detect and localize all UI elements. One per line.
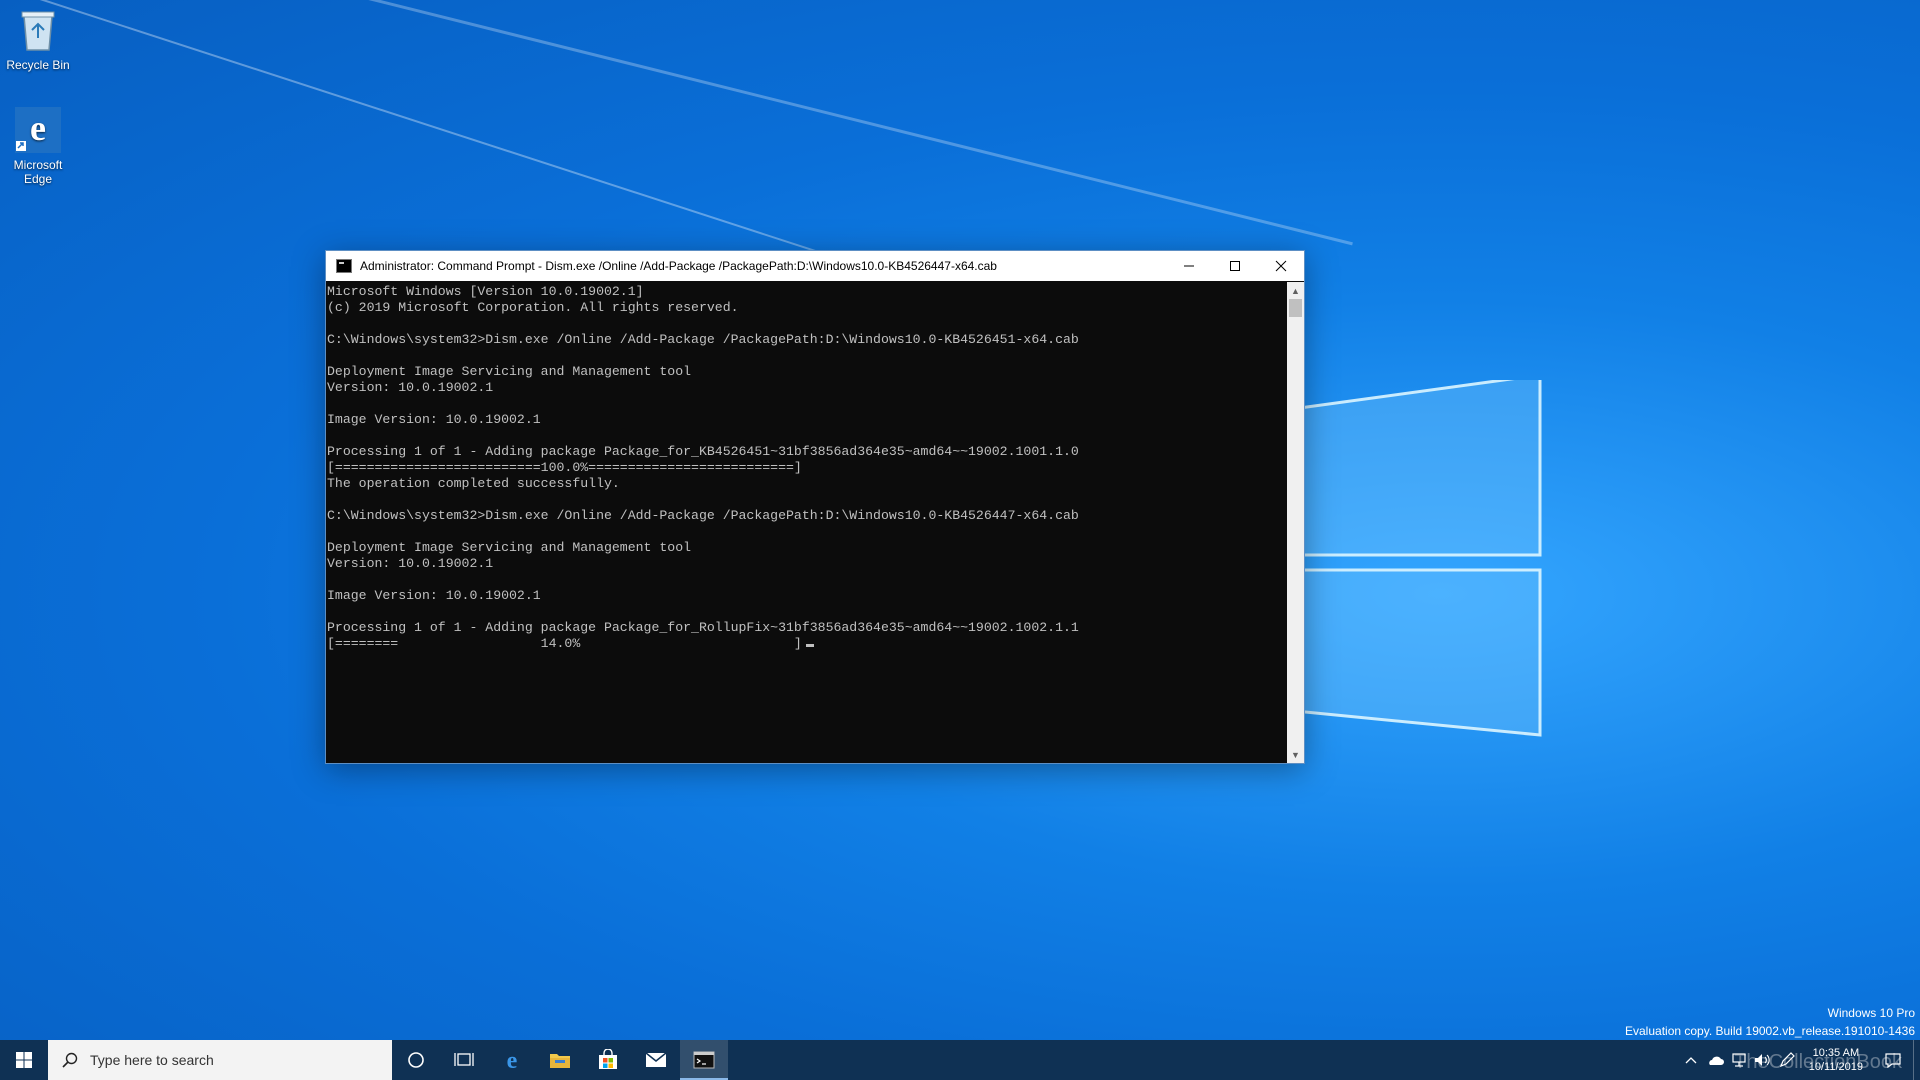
close-icon: [1275, 260, 1287, 272]
console-line: Microsoft Windows [Version 10.0.19002.1]: [327, 284, 644, 299]
progress-bar-text: [======== 14.0% ]: [327, 636, 802, 651]
volume-button[interactable]: [1751, 1040, 1775, 1080]
command-prompt-window[interactable]: Administrator: Command Prompt - Dism.exe…: [325, 250, 1305, 764]
minimize-button[interactable]: [1166, 251, 1212, 281]
close-button[interactable]: [1258, 251, 1304, 281]
windows-evaluation-watermark: Windows 10 Pro Evaluation copy. Build 19…: [1625, 1004, 1915, 1040]
window-controls: [1166, 251, 1304, 281]
edge-icon: e: [507, 1048, 518, 1072]
store-icon: [599, 1049, 617, 1069]
desktop-icon-label: Recycle Bin: [6, 58, 70, 72]
notification-icon: [1885, 1053, 1901, 1068]
tray-cloud-button[interactable]: [1703, 1040, 1727, 1080]
maximize-icon: [1230, 261, 1240, 271]
taskbar-cmd-button[interactable]: [680, 1040, 728, 1080]
console-line: Deployment Image Servicing and Managemen…: [327, 540, 692, 555]
console-line: [==========================100.0%=======…: [327, 460, 802, 475]
console-line: The operation completed successfully.: [327, 476, 620, 491]
svg-text:e: e: [507, 1048, 518, 1072]
svg-text:e: e: [30, 108, 46, 148]
console-line: C:\Windows\system32>Dism.exe /Online /Ad…: [327, 508, 1079, 523]
console-line: Processing 1 of 1 - Adding package Packa…: [327, 444, 1079, 459]
desktop-icon-label: Microsoft Edge: [13, 158, 63, 186]
console-line: Processing 1 of 1 - Adding package Packa…: [327, 620, 1079, 635]
window-titlebar[interactable]: Administrator: Command Prompt - Dism.exe…: [326, 251, 1304, 281]
taskbar-store-button[interactable]: [584, 1040, 632, 1080]
search-icon: [62, 1052, 78, 1068]
window-title: Administrator: Command Prompt - Dism.exe…: [360, 259, 997, 273]
start-button[interactable]: [0, 1040, 48, 1080]
show-hidden-icons-button[interactable]: [1679, 1040, 1703, 1080]
scroll-down-button[interactable]: ▼: [1287, 746, 1304, 763]
cmd-app-icon: [336, 259, 352, 273]
windows-build: Evaluation copy. Build 19002.vb_release.…: [1625, 1024, 1915, 1038]
console-line: Version: 10.0.19002.1: [327, 556, 494, 571]
clock-date: 10/11/2019: [1808, 1061, 1863, 1073]
cmd-icon: [693, 1051, 715, 1069]
action-center-button[interactable]: [1873, 1040, 1913, 1080]
clock-time: 10:35 AM: [1812, 1047, 1860, 1059]
desktop-icon-recycle-bin[interactable]: Recycle Bin: [0, 6, 76, 72]
search-placeholder: Type here to search: [90, 1052, 214, 1068]
network-button[interactable]: [1727, 1040, 1751, 1080]
desktop-icon-microsoft-edge[interactable]: e Microsoft Edge: [0, 106, 76, 186]
scrollbar-thumb[interactable]: [1289, 299, 1302, 317]
recycle-bin-icon: [14, 6, 62, 54]
edge-icon: e: [14, 106, 62, 154]
text-cursor: [805, 644, 814, 647]
console-line: (c) 2019 Microsoft Corporation. All righ…: [327, 300, 739, 315]
windows-edition: Windows 10 Pro: [1827, 1006, 1915, 1020]
console-output[interactable]: Microsoft Windows [Version 10.0.19002.1]…: [326, 282, 1287, 763]
console-line: C:\Windows\system32>Dism.exe /Online /Ad…: [327, 332, 1079, 347]
system-tray: 10:35 AM 10/11/2019: [1679, 1040, 1920, 1080]
taskbar-search-box[interactable]: Type here to search: [48, 1040, 392, 1080]
vertical-scrollbar[interactable]: ▲ ▼: [1287, 282, 1304, 763]
taskbar: Type here to search e 10:35 AM 10/11/201…: [0, 1040, 1920, 1080]
windows-start-icon: [16, 1052, 32, 1068]
chevron-down-icon: ▼: [1291, 749, 1300, 760]
taskbar-file-explorer-button[interactable]: [536, 1040, 584, 1080]
taskbar-edge-button[interactable]: e: [488, 1040, 536, 1080]
task-view-icon: [454, 1053, 474, 1066]
chevron-up-icon: [1685, 1057, 1697, 1064]
show-desktop-button[interactable]: [1913, 1040, 1920, 1080]
minimize-icon: [1184, 265, 1194, 267]
file-explorer-icon: [550, 1054, 570, 1068]
console-line: Image Version: 10.0.19002.1: [327, 412, 541, 427]
mail-icon: [645, 1052, 667, 1067]
cortana-icon: [408, 1052, 424, 1068]
cloud-icon: [1708, 1056, 1724, 1065]
scroll-up-button[interactable]: ▲: [1287, 282, 1304, 299]
console-line: Version: 10.0.19002.1: [327, 380, 494, 395]
pen-icon: [1779, 1052, 1795, 1068]
console-progress-line: [======== 14.0% ]: [327, 636, 1287, 652]
taskbar-mail-button[interactable]: [632, 1040, 680, 1080]
task-view-button[interactable]: [440, 1040, 488, 1080]
volume-icon: [1754, 1054, 1770, 1066]
console-line: Image Version: 10.0.19002.1: [327, 588, 541, 603]
chevron-up-icon: ▲: [1291, 285, 1300, 296]
console-line: Deployment Image Servicing and Managemen…: [327, 364, 692, 379]
pen-workspace-button[interactable]: [1775, 1040, 1799, 1080]
maximize-button[interactable]: [1212, 251, 1258, 281]
network-icon: [1732, 1053, 1746, 1067]
cortana-button[interactable]: [392, 1040, 440, 1080]
taskbar-clock[interactable]: 10:35 AM 10/11/2019: [1799, 1046, 1873, 1074]
light-beam: [139, 0, 1353, 246]
